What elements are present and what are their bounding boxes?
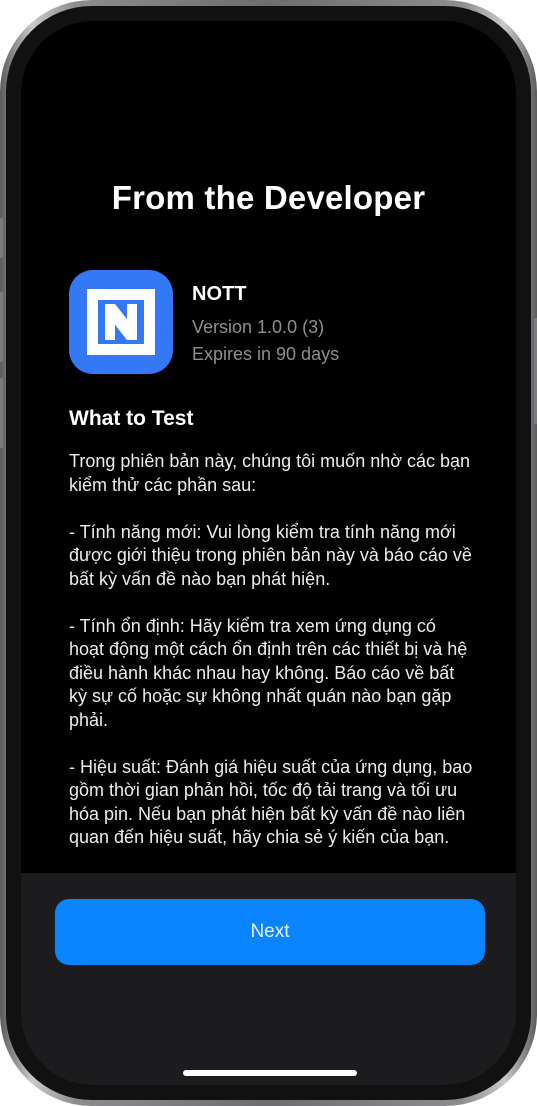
notes-paragraph-stability: - Tính ổn định: Hãy kiểm tra xem ứng dụn… [69,615,468,730]
app-expiry: Expires in 90 days [192,344,340,364]
app-version: Version 1.0.0 (3) [192,317,325,337]
test-notes: Trong phiên bản này, chúng tôi muốn nhờ … [69,450,474,873]
what-to-test-heading: What to Test [69,407,194,430]
next-button[interactable]: Next [55,899,485,965]
bottom-bar: Next [21,873,516,1085]
notes-paragraph-performance: - Hiệu suất: Đánh giá hiệu suất của ứng … [69,756,473,848]
screen: From the Developer NOTT Version 1.0.0 (3… [21,21,516,1085]
notes-paragraph-intro: Trong phiên bản này, chúng tôi muốn nhờ … [69,451,471,495]
volume-up-button [0,292,3,362]
n-logo-icon [87,289,155,355]
volume-down-button [0,378,3,448]
action-button [0,218,3,258]
home-indicator[interactable] [183,1070,357,1076]
nott-app-icon [69,270,173,374]
app-name: NOTT [192,283,247,305]
notes-paragraph-features: - Tính năng mới: Vui lòng kiểm tra tính … [69,521,472,589]
page-title: From the Developer [111,179,426,216]
phone-frame: From the Developer NOTT Version 1.0.0 (3… [0,0,537,1106]
